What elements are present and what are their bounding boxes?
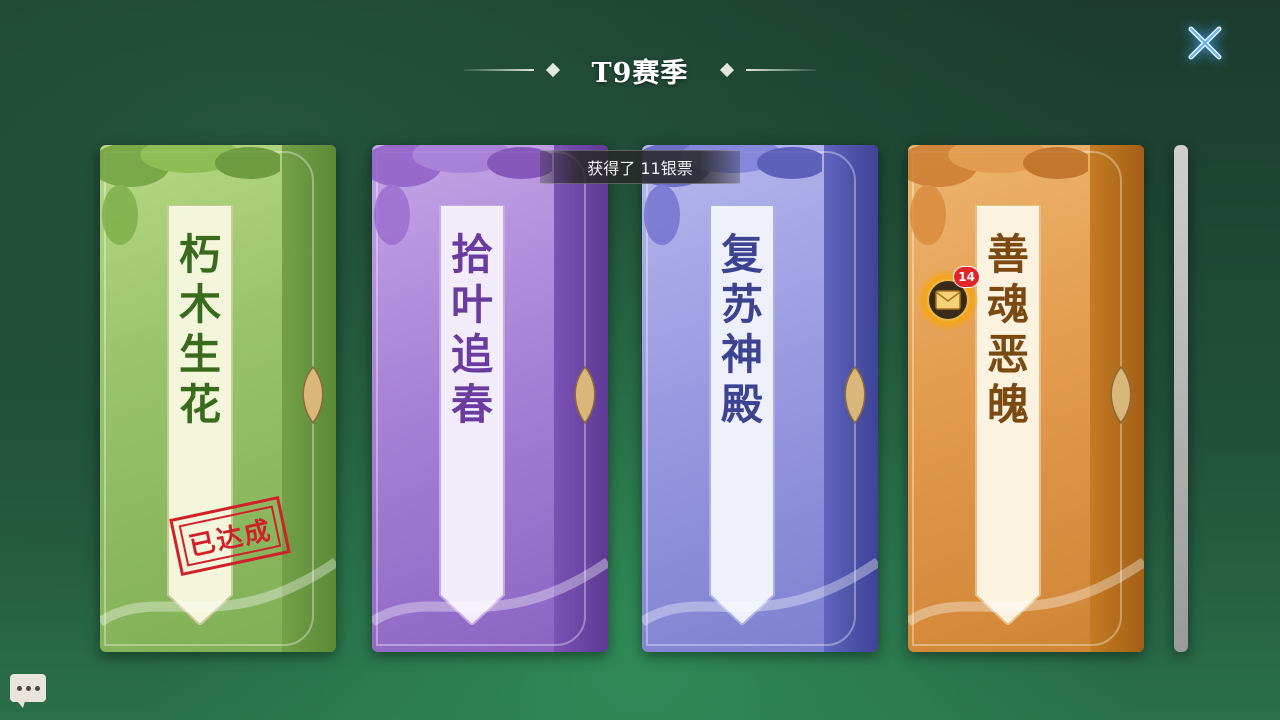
title-divider-right [746,69,817,71]
chat-button[interactable] [10,674,46,708]
mail-count-badge: 14 [953,266,980,288]
chapter-card-2[interactable]: 拾 叶 追 春 [372,145,608,652]
chapter-card-5-partial[interactable] [1174,145,1188,652]
chapter-name: 朽 木 生 花 [178,230,221,429]
leaf-ornament-icon [302,365,324,425]
reward-toast: 获得了 11银票 [540,150,740,184]
chat-dot [34,685,40,691]
chapter-card-3[interactable]: 复 苏 神 殿 [642,145,878,652]
chapter-card-4[interactable]: 善 魂 恶 魄 [908,145,1144,652]
page-title: T9赛季 [591,57,689,89]
title-ornament-right [720,62,735,78]
chapter-name: 复 苏 神 殿 [720,230,763,429]
close-button[interactable] [1180,18,1230,68]
chat-dot [25,685,31,691]
title-ornament-left [545,62,560,78]
title-divider-left [463,69,534,71]
leaf-ornament-icon [574,365,596,425]
vine-decoration [908,557,1144,627]
season-title-bar: T9赛季 [460,48,820,92]
chapter-name: 善 魂 恶 魄 [986,230,1029,429]
vine-decoration [642,557,878,627]
chapter-name: 拾 叶 追 春 [450,230,493,429]
leaf-ornament-icon [1110,365,1132,425]
chapter-card-1[interactable]: 朽 木 生 花 已达成 [100,145,336,652]
mail-button[interactable]: 14 [918,266,980,330]
chat-bubble-icon [16,685,22,691]
vine-decoration [372,557,608,627]
leaf-ornament-icon [844,365,866,425]
close-icon [1188,26,1222,60]
